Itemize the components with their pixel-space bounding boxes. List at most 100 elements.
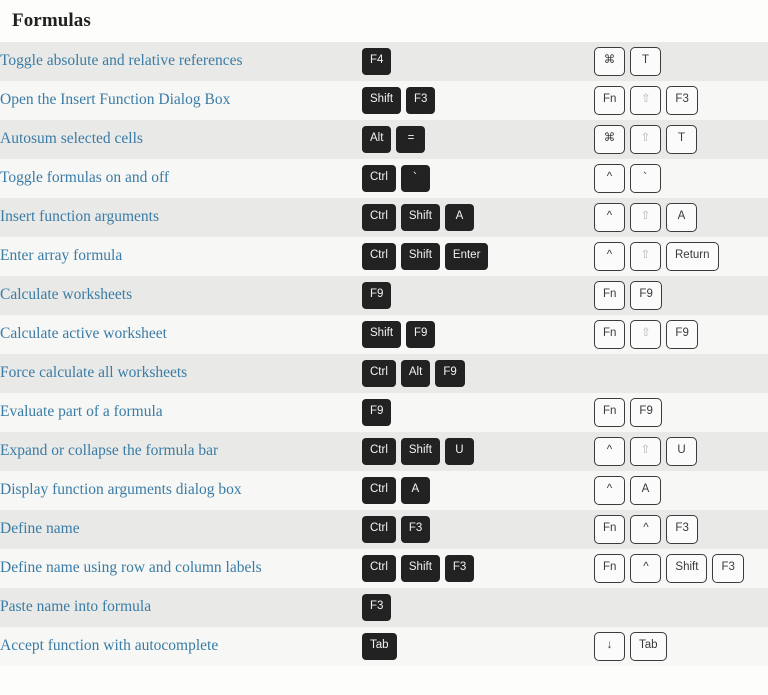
windows-shortcut-keys: F9 <box>362 393 594 432</box>
table-row: Evaluate part of a formula F9 Fn F9 <box>0 393 768 432</box>
mac-shortcut-keys <box>594 588 768 627</box>
key-badge-mac: Fn <box>594 320 626 349</box>
key-badge-windows: A <box>444 204 474 231</box>
table-row: Paste name into formula F3 <box>0 588 768 627</box>
mac-shortcut-keys: Fn ⇧ F3 <box>594 81 768 120</box>
windows-shortcut-keys: Ctrl Shift F3 <box>362 549 594 588</box>
shortcut-description[interactable]: Define name using row and column labels <box>0 549 362 588</box>
shortcut-description[interactable]: Accept function with autocomplete <box>0 627 362 666</box>
windows-shortcut-keys: Ctrl Shift U <box>362 432 594 471</box>
windows-shortcut-keys: Alt = <box>362 120 594 159</box>
key-badge-mac: T <box>666 125 697 154</box>
key-badge-windows: F9 <box>406 321 436 348</box>
key-badge-mac: F9 <box>666 320 698 349</box>
key-badge-windows: Shift <box>400 204 440 231</box>
shortcut-description[interactable]: Calculate worksheets <box>0 276 362 315</box>
windows-shortcut-keys: Shift F9 <box>362 315 594 354</box>
key-badge-mac: F9 <box>630 398 662 427</box>
key-badge-mac: ⇧ <box>630 242 661 271</box>
key-badge-mac: A <box>630 476 661 505</box>
key-badge-mac: U <box>666 437 697 466</box>
key-badge-mac: ^ <box>594 437 625 466</box>
key-badge-windows: Alt <box>400 360 431 387</box>
key-badge-windows: F9 <box>362 282 392 309</box>
key-badge-windows: Enter <box>444 243 489 270</box>
windows-shortcut-keys: Shift F3 <box>362 81 594 120</box>
table-row: Define name Ctrl F3 Fn ^ F3 <box>0 510 768 549</box>
shortcut-description[interactable]: Enter array formula <box>0 237 362 276</box>
table-row: Toggle absolute and relative references F… <box>0 42 768 81</box>
key-badge-windows: F4 <box>362 48 392 75</box>
key-badge-mac: Fn <box>594 398 626 427</box>
mac-shortcut-keys: ^ ⇧ U <box>594 432 768 471</box>
key-badge-windows: Ctrl <box>362 555 396 582</box>
windows-shortcut-keys: F3 <box>362 588 594 627</box>
windows-shortcut-keys: Ctrl Shift A <box>362 198 594 237</box>
key-badge-mac: Fn <box>594 281 626 310</box>
mac-shortcut-keys: ⌘ T <box>594 42 768 81</box>
shortcut-description[interactable]: Define name <box>0 510 362 549</box>
table-row: Enter array formula Ctrl Shift Enter ^ ⇧ Retur… <box>0 237 768 276</box>
table-row: Display function arguments dialog box Ctr… <box>0 471 768 510</box>
shortcut-description[interactable]: Paste name into formula <box>0 588 362 627</box>
table-row: Toggle formulas on and off Ctrl ` ^ ` <box>0 159 768 198</box>
key-badge-windows: Shift <box>400 243 440 270</box>
key-badge-mac: Fn <box>594 515 626 544</box>
table-row: Calculate worksheets F9 Fn F9 <box>0 276 768 315</box>
key-badge-mac: ` <box>630 164 661 193</box>
table-row: Insert function arguments Ctrl Shift A ^ ⇧ A <box>0 198 768 237</box>
table-row: Define name using row and column labels C… <box>0 549 768 588</box>
shortcuts-table: Toggle absolute and relative references F… <box>0 42 768 666</box>
key-badge-mac: Fn <box>594 554 626 583</box>
windows-shortcut-keys: Ctrl ` <box>362 159 594 198</box>
key-badge-windows: U <box>444 438 474 465</box>
key-badge-mac: T <box>630 47 661 76</box>
key-badge-windows: Shift <box>362 87 402 114</box>
key-badge-mac: ^ <box>630 554 662 583</box>
table-row: Calculate active worksheet Shift F9 Fn ⇧ F9 <box>0 315 768 354</box>
shortcuts-table-body: Toggle absolute and relative references F… <box>0 42 768 666</box>
key-badge-windows: ` <box>400 165 430 192</box>
shortcut-description[interactable]: Toggle absolute and relative references <box>0 42 362 81</box>
formulas-shortcuts-page: Formulas Toggle absolute and relative re… <box>0 0 768 695</box>
shortcut-description[interactable]: Insert function arguments <box>0 198 362 237</box>
shortcut-description[interactable]: Display function arguments dialog box <box>0 471 362 510</box>
key-badge-mac: ^ <box>594 242 625 271</box>
key-badge-mac: ⇧ <box>630 86 662 115</box>
key-badge-mac: Fn <box>594 86 626 115</box>
mac-shortcut-keys <box>594 354 768 393</box>
mac-shortcut-keys: ^ ` <box>594 159 768 198</box>
key-badge-mac: ⇧ <box>630 320 662 349</box>
key-badge-windows: F3 <box>362 594 392 621</box>
windows-shortcut-keys: Ctrl Shift Enter <box>362 237 594 276</box>
table-row: Force calculate all worksheets Ctrl Alt F9 <box>0 354 768 393</box>
key-badge-mac: ⇧ <box>630 203 661 232</box>
mac-shortcut-keys: ^ ⇧ A <box>594 198 768 237</box>
windows-shortcut-keys: Ctrl A <box>362 471 594 510</box>
key-badge-windows: F3 <box>400 516 431 543</box>
key-badge-windows: Ctrl <box>362 243 396 270</box>
windows-shortcut-keys: F4 <box>362 42 594 81</box>
mac-shortcut-keys: Fn ⇧ F9 <box>594 315 768 354</box>
key-badge-windows: Shift <box>400 555 440 582</box>
key-badge-windows: Ctrl <box>362 516 396 543</box>
key-badge-mac: F3 <box>712 554 744 583</box>
shortcut-description[interactable]: Toggle formulas on and off <box>0 159 362 198</box>
key-badge-mac: ⌘ <box>594 47 625 76</box>
key-badge-mac: F9 <box>630 281 662 310</box>
shortcut-description[interactable]: Expand or collapse the formula bar <box>0 432 362 471</box>
shortcut-description[interactable]: Open the Insert Function Dialog Box <box>0 81 362 120</box>
key-badge-windows: F3 <box>444 555 475 582</box>
shortcut-description[interactable]: Autosum selected cells <box>0 120 362 159</box>
key-badge-mac: ^ <box>594 476 625 505</box>
shortcut-description[interactable]: Force calculate all worksheets <box>0 354 362 393</box>
key-badge-mac: ↓ <box>594 632 625 661</box>
key-badge-windows: Ctrl <box>362 438 396 465</box>
key-badge-mac: Shift <box>666 554 708 583</box>
windows-shortcut-keys: F9 <box>362 276 594 315</box>
table-row: Autosum selected cells Alt = ⌘ ⇧ T <box>0 120 768 159</box>
key-badge-mac: F3 <box>666 86 698 115</box>
shortcut-description[interactable]: Evaluate part of a formula <box>0 393 362 432</box>
shortcut-description[interactable]: Calculate active worksheet <box>0 315 362 354</box>
key-badge-windows: Ctrl <box>362 204 396 231</box>
